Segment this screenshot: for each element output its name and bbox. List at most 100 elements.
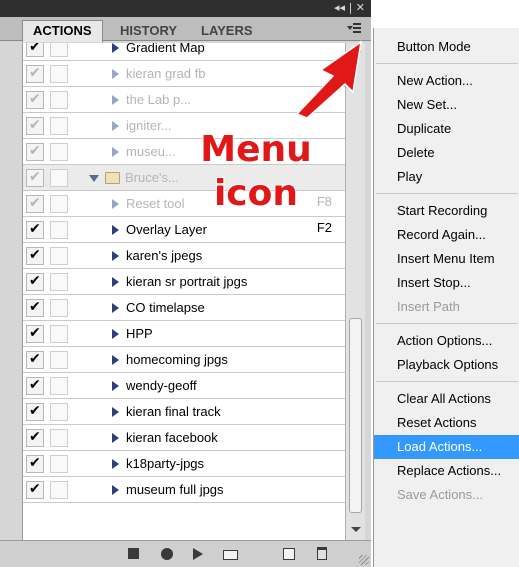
action-toggle-checkbox[interactable]: ✔ xyxy=(26,65,44,83)
dialog-toggle-checkbox[interactable] xyxy=(50,43,68,57)
action-toggle-checkbox[interactable]: ✔ xyxy=(26,273,44,291)
menu-item-replace-actions[interactable]: Replace Actions... xyxy=(374,459,519,483)
collapse-arrow-icon[interactable] xyxy=(112,407,119,417)
collapse-arrow-icon[interactable] xyxy=(112,433,119,443)
collapse-arrow-icon[interactable] xyxy=(112,459,119,469)
dialog-toggle-checkbox[interactable] xyxy=(50,273,68,291)
action-toggle-checkbox[interactable]: ✔ xyxy=(26,403,44,421)
dialog-toggle-checkbox[interactable] xyxy=(50,377,68,395)
action-toggle-checkbox[interactable]: ✔ xyxy=(26,377,44,395)
dialog-toggle-checkbox[interactable] xyxy=(50,325,68,343)
play-icon[interactable] xyxy=(193,548,203,560)
action-row[interactable]: ✔ kieran final track xyxy=(23,399,345,425)
action-toggle-checkbox[interactable]: ✔ xyxy=(26,481,44,499)
dialog-toggle-checkbox[interactable] xyxy=(50,169,68,187)
action-toggle-checkbox[interactable]: ✔ xyxy=(26,43,44,57)
scroll-thumb[interactable] xyxy=(349,318,362,513)
resize-grip-icon[interactable] xyxy=(359,555,369,565)
scroll-up-icon[interactable] xyxy=(351,47,361,52)
dialog-toggle-checkbox[interactable] xyxy=(50,195,68,213)
menu-item-button-mode[interactable]: Button Mode xyxy=(374,35,519,59)
menu-item-delete[interactable]: Delete xyxy=(374,141,519,165)
collapse-arrow-icon[interactable] xyxy=(112,329,119,339)
panel-menu-icon[interactable] xyxy=(347,23,361,35)
dialog-toggle-checkbox[interactable] xyxy=(50,221,68,239)
menu-item-insert-menu-item[interactable]: Insert Menu Item xyxy=(374,247,519,271)
menu-item-start-recording[interactable]: Start Recording xyxy=(374,199,519,223)
collapse-arrow-icon[interactable] xyxy=(112,355,119,365)
action-row[interactable]: ✔ kieran grad fb xyxy=(23,61,345,87)
collapse-arrow-icon[interactable] xyxy=(112,199,119,209)
action-row[interactable]: ✔ Overlay Layer F2 xyxy=(23,217,345,243)
collapse-arrow-icon[interactable] xyxy=(112,225,119,235)
menu-item-duplicate[interactable]: Duplicate xyxy=(374,117,519,141)
panel-window-controls[interactable]: ◂◂ | ✕ xyxy=(334,1,365,14)
menu-item-new-action[interactable]: New Action... xyxy=(374,69,519,93)
new-set-icon[interactable] xyxy=(223,550,238,560)
action-toggle-checkbox[interactable]: ✔ xyxy=(26,299,44,317)
action-row[interactable]: ✔ museum full jpgs xyxy=(23,477,345,503)
action-toggle-checkbox[interactable]: ✔ xyxy=(26,91,44,109)
action-row[interactable]: ✔ karen's jpegs xyxy=(23,243,345,269)
action-toggle-checkbox[interactable]: ✔ xyxy=(26,351,44,369)
dialog-toggle-checkbox[interactable] xyxy=(50,403,68,421)
collapse-arrow-icon[interactable] xyxy=(112,69,119,79)
expand-arrow-icon[interactable] xyxy=(89,175,99,182)
dialog-toggle-checkbox[interactable] xyxy=(50,247,68,265)
dialog-toggle-checkbox[interactable] xyxy=(50,455,68,473)
action-toggle-checkbox[interactable]: ✔ xyxy=(26,429,44,447)
collapse-arrow-icon[interactable] xyxy=(112,485,119,495)
dialog-toggle-checkbox[interactable] xyxy=(50,65,68,83)
action-row[interactable]: ✔ CO timelapse xyxy=(23,295,345,321)
action-row[interactable]: ✔ Gradient Map xyxy=(23,43,345,61)
action-row[interactable]: ✔ wendy-geoff xyxy=(23,373,345,399)
stop-icon[interactable] xyxy=(128,548,139,559)
collapse-arrow-icon[interactable] xyxy=(112,121,119,131)
menu-item-new-set[interactable]: New Set... xyxy=(374,93,519,117)
menu-item-playback-options[interactable]: Playback Options xyxy=(374,353,519,377)
collapse-arrow-icon[interactable] xyxy=(112,303,119,313)
menu-item-reset-actions[interactable]: Reset Actions xyxy=(374,411,519,435)
dialog-toggle-checkbox[interactable] xyxy=(50,117,68,135)
record-icon[interactable] xyxy=(161,548,173,560)
action-row[interactable]: ✔ HPP xyxy=(23,321,345,347)
tab-layers[interactable]: LAYERS xyxy=(190,20,264,41)
action-row[interactable]: ✔ the Lab p... xyxy=(23,87,345,113)
new-action-icon[interactable] xyxy=(283,548,295,560)
collapse-arrow-icon[interactable] xyxy=(112,251,119,261)
tab-actions[interactable]: ACTIONS xyxy=(22,20,103,42)
collapse-arrow-icon[interactable] xyxy=(112,147,119,157)
action-toggle-checkbox[interactable]: ✔ xyxy=(26,221,44,239)
collapse-arrow-icon[interactable] xyxy=(112,43,119,53)
action-toggle-checkbox[interactable]: ✔ xyxy=(26,325,44,343)
actions-scrollbar[interactable] xyxy=(345,43,365,540)
action-row[interactable]: ✔ kieran facebook xyxy=(23,425,345,451)
delete-icon[interactable] xyxy=(317,547,327,560)
menu-item-record-again[interactable]: Record Again... xyxy=(374,223,519,247)
collapse-arrow-icon[interactable] xyxy=(112,277,119,287)
dialog-toggle-checkbox[interactable] xyxy=(50,91,68,109)
tab-history[interactable]: HISTORY xyxy=(109,20,188,41)
scroll-down-icon[interactable] xyxy=(351,527,361,532)
dialog-toggle-checkbox[interactable] xyxy=(50,299,68,317)
dialog-toggle-checkbox[interactable] xyxy=(50,429,68,447)
action-toggle-checkbox[interactable]: ✔ xyxy=(26,169,44,187)
action-row[interactable]: ✔ kieran sr portrait jpgs xyxy=(23,269,345,295)
action-row[interactable]: ✔ homecoming jpgs xyxy=(23,347,345,373)
menu-item-clear-all-actions[interactable]: Clear All Actions xyxy=(374,387,519,411)
action-row[interactable]: ✔ k18party-jpgs xyxy=(23,451,345,477)
collapse-arrow-icon[interactable] xyxy=(112,95,119,105)
dialog-toggle-checkbox[interactable] xyxy=(50,143,68,161)
action-toggle-checkbox[interactable]: ✔ xyxy=(26,117,44,135)
action-toggle-checkbox[interactable]: ✔ xyxy=(26,247,44,265)
action-toggle-checkbox[interactable]: ✔ xyxy=(26,195,44,213)
dialog-toggle-checkbox[interactable] xyxy=(50,481,68,499)
action-toggle-checkbox[interactable]: ✔ xyxy=(26,143,44,161)
collapse-arrow-icon[interactable] xyxy=(112,381,119,391)
menu-item-action-options[interactable]: Action Options... xyxy=(374,329,519,353)
menu-item-load-actions[interactable]: Load Actions... xyxy=(374,435,519,459)
dialog-toggle-checkbox[interactable] xyxy=(50,351,68,369)
menu-item-play[interactable]: Play xyxy=(374,165,519,189)
menu-item-insert-stop[interactable]: Insert Stop... xyxy=(374,271,519,295)
action-toggle-checkbox[interactable]: ✔ xyxy=(26,455,44,473)
